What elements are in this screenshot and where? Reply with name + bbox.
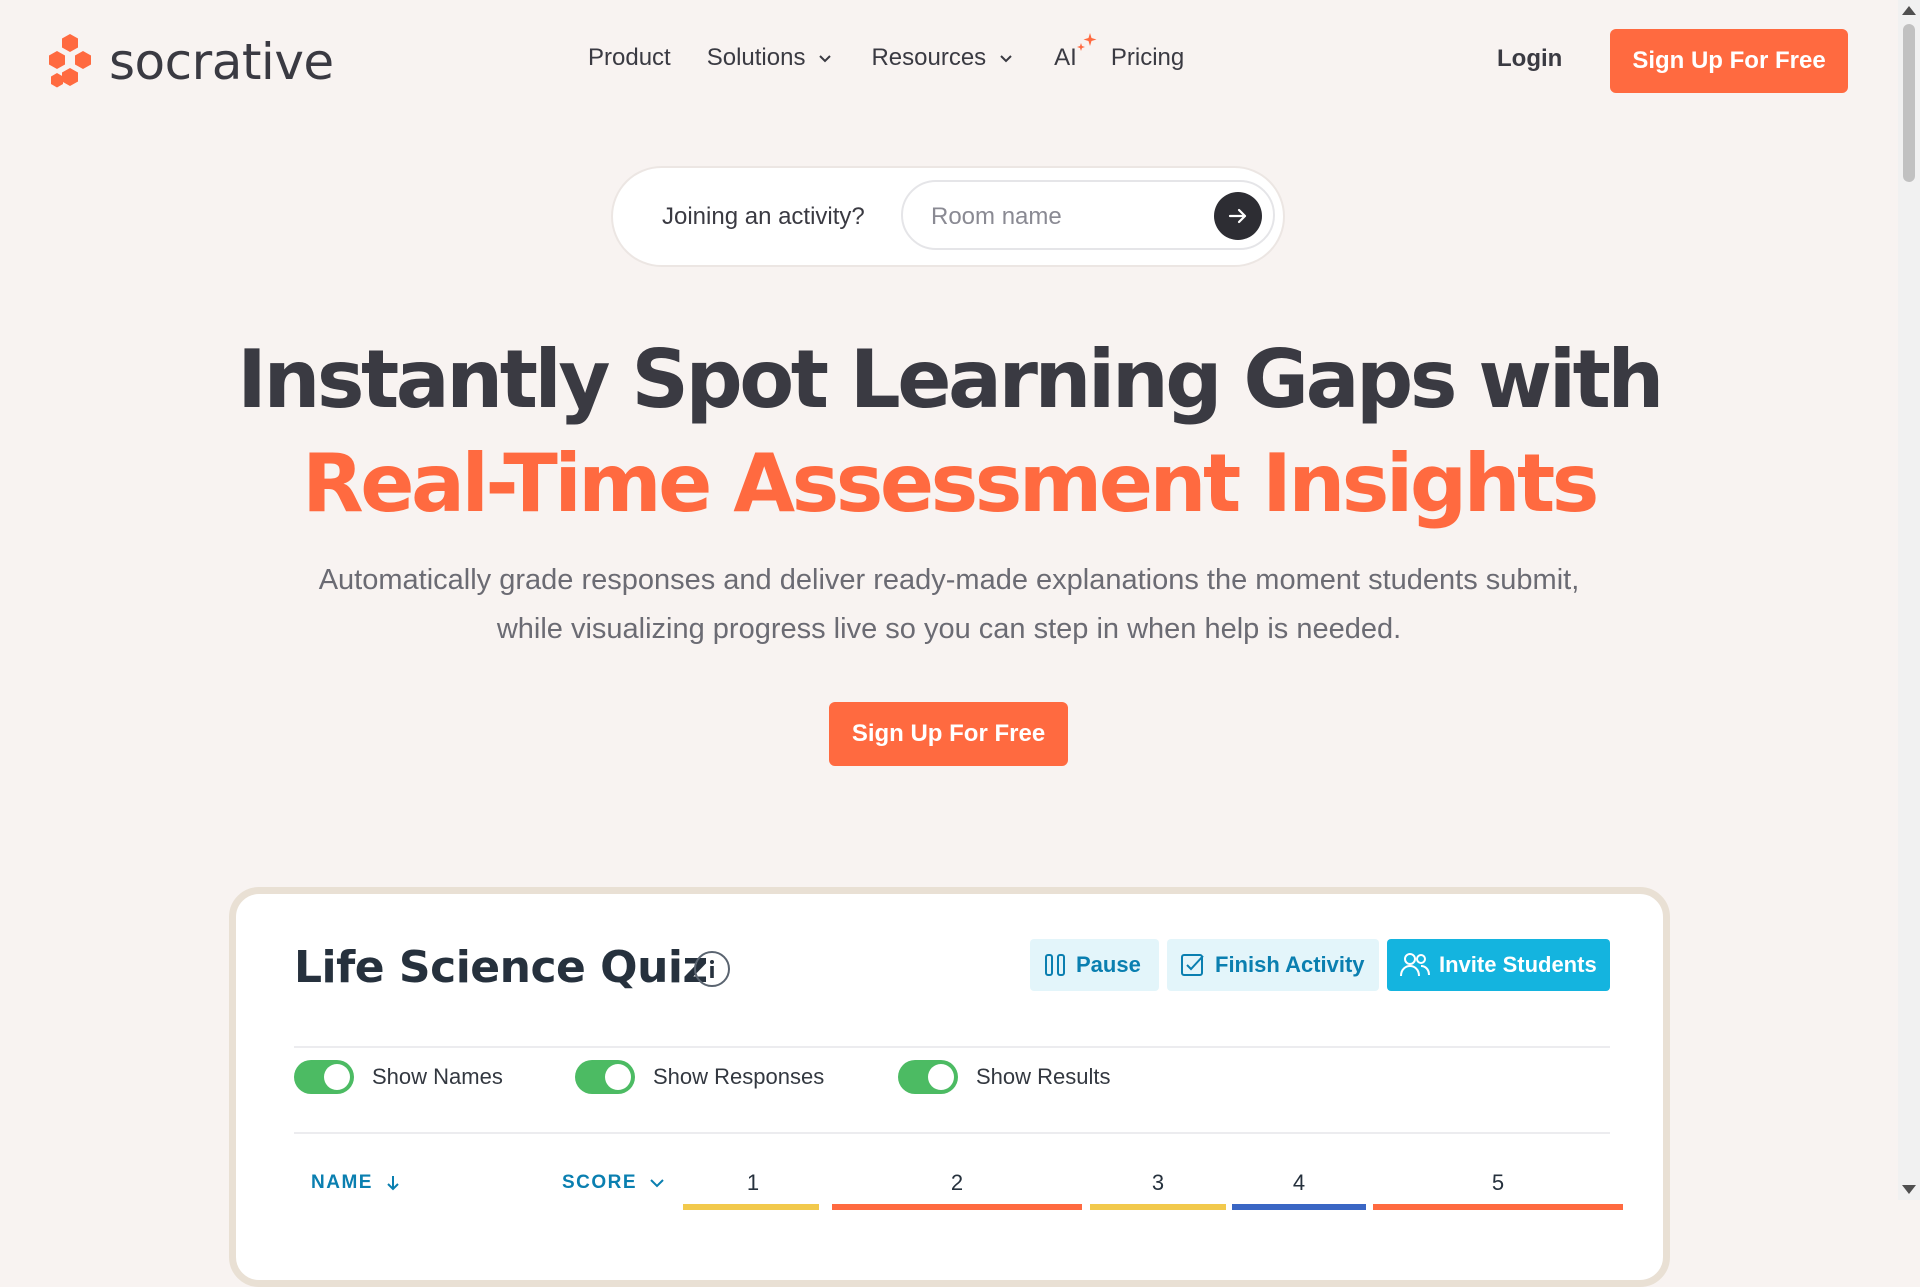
- logo-icon: [49, 34, 91, 88]
- chevron-down-icon: [819, 55, 832, 63]
- nav-ai[interactable]: AI: [1054, 33, 1097, 72]
- room-name-field: [901, 180, 1275, 250]
- finish-activity-button[interactable]: Finish Activity: [1167, 939, 1379, 991]
- users-icon: [1400, 953, 1430, 977]
- info-icon[interactable]: [693, 950, 731, 988]
- question-header-1[interactable]: 1: [683, 1170, 823, 1196]
- question-bar: [683, 1204, 819, 1210]
- nav-product[interactable]: Product: [588, 44, 671, 72]
- toggle-show-names[interactable]: Show Names: [294, 1059, 503, 1095]
- question-bar: [1090, 1204, 1226, 1210]
- checkbox-check-icon: [1181, 954, 1204, 976]
- logo-wordmark: socrative: [109, 33, 334, 91]
- pause-icon: [1045, 954, 1065, 976]
- page-scrollbar[interactable]: [1898, 0, 1920, 1200]
- divider: [294, 1046, 1610, 1048]
- main-nav: Product Solutions Resources AI Pricing: [588, 33, 1184, 72]
- nav-resources-label: Resources: [871, 44, 987, 71]
- room-name-input[interactable]: [929, 200, 1213, 234]
- question-bar: [832, 1204, 1082, 1210]
- quiz-dashboard-card: Life Science Quiz Pause Finish Activity …: [229, 887, 1670, 1287]
- join-submit-button[interactable]: [1214, 192, 1262, 240]
- chevron-down-icon: [1000, 55, 1012, 63]
- arrow-right-icon: [1228, 208, 1247, 224]
- signup-button[interactable]: Sign Up For Free: [1610, 29, 1848, 93]
- nav-resources[interactable]: Resources: [871, 44, 1014, 72]
- toggle-switch[interactable]: [294, 1060, 354, 1094]
- question-header-4[interactable]: 4: [1232, 1170, 1366, 1196]
- invite-students-button[interactable]: Invite Students: [1387, 939, 1610, 991]
- question-header-2[interactable]: 2: [832, 1170, 1082, 1196]
- arrow-down-icon: [387, 1176, 399, 1191]
- sparkle-icon: [1077, 33, 1097, 51]
- divider: [294, 1132, 1610, 1134]
- chevron-down-icon: [650, 1179, 664, 1188]
- hero-signup-button[interactable]: Sign Up For Free: [829, 702, 1068, 766]
- nav-solutions[interactable]: Solutions: [707, 44, 834, 72]
- question-header-5[interactable]: 5: [1373, 1170, 1623, 1196]
- join-activity-bar: Joining an activity?: [613, 168, 1283, 265]
- join-activity-label: Joining an activity?: [662, 203, 865, 230]
- scroll-thumb[interactable]: [1903, 24, 1915, 182]
- scroll-up-arrow-icon[interactable]: [1902, 6, 1916, 15]
- question-bar: [1373, 1204, 1623, 1210]
- column-header-label: NAME: [311, 1172, 373, 1193]
- hero-headline-accent: Real-Time Assessment Insights: [302, 437, 1599, 530]
- question-bar: [1232, 1204, 1366, 1210]
- toggle-switch[interactable]: [898, 1060, 958, 1094]
- hero-headline: Instantly Spot Learning Gaps with: [237, 333, 1664, 426]
- nav-solutions-label: Solutions: [706, 44, 806, 71]
- column-header-label: SCORE: [562, 1172, 638, 1193]
- toggle-label: Show Results: [976, 1064, 1111, 1089]
- toggle-switch[interactable]: [575, 1060, 635, 1094]
- toggle-label: Show Responses: [653, 1064, 825, 1089]
- login-link[interactable]: Login: [1497, 45, 1562, 73]
- column-header-name[interactable]: NAME: [311, 1172, 405, 1194]
- nav-pricing[interactable]: Pricing: [1111, 44, 1184, 72]
- invite-students-label: Invite Students: [1439, 952, 1597, 977]
- logo[interactable]: socrative: [47, 32, 334, 92]
- hero-subtitle: Automatically grade responses and delive…: [318, 564, 1580, 645]
- column-header-score[interactable]: SCORE: [562, 1172, 669, 1194]
- finish-activity-label: Finish Activity: [1215, 952, 1365, 977]
- pause-button[interactable]: Pause: [1030, 939, 1159, 991]
- question-header-3[interactable]: 3: [1090, 1170, 1226, 1196]
- toggle-label: Show Names: [372, 1064, 503, 1089]
- nav-ai-label: AI: [1054, 44, 1077, 71]
- quiz-title: Life Science Quiz: [294, 942, 708, 993]
- scroll-down-arrow-icon[interactable]: [1902, 1185, 1916, 1194]
- toggle-show-results[interactable]: Show Results: [898, 1059, 1111, 1095]
- site-header: socrative Product Solutions Resources AI…: [0, 0, 1898, 125]
- toggle-show-responses[interactable]: Show Responses: [575, 1059, 824, 1095]
- pause-label: Pause: [1076, 952, 1141, 977]
